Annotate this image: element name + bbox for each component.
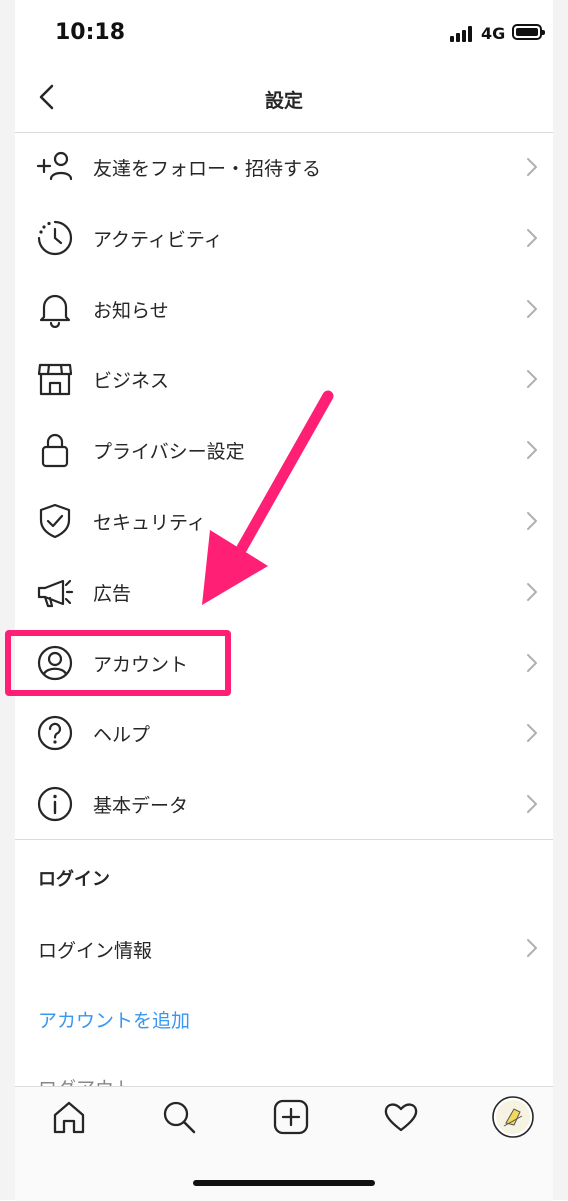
lock-icon: [41, 434, 69, 468]
tab-profile[interactable]: [492, 1096, 534, 1138]
info-circle-icon: [37, 787, 73, 822]
menu-item-security[interactable]: セキュリティ: [15, 485, 553, 556]
highlight-box: [5, 630, 231, 696]
shop-icon: [37, 364, 73, 396]
menu-item-follow-invite[interactable]: 友達をフォロー・招待する: [15, 131, 553, 202]
add-account-link[interactable]: アカウントを追加: [38, 1006, 190, 1033]
chevron-right-icon: [527, 582, 537, 601]
profile-avatar-icon: [492, 1096, 534, 1138]
menu-item-ads[interactable]: 広告: [15, 556, 553, 627]
status-bar: 10:18 4G: [0, 0, 568, 70]
bell-icon: [39, 294, 71, 328]
chevron-right-icon: [527, 370, 537, 389]
shield-check-icon: [39, 503, 71, 539]
menu-item-label: セキュリティ: [93, 511, 206, 534]
chevron-right-icon: [527, 939, 537, 957]
network-type: 4G: [481, 24, 506, 43]
logout-link-partial[interactable]: ログアウト: [38, 1074, 133, 1086]
chevron-right-icon: [527, 228, 537, 247]
help-circle-icon: [37, 716, 73, 751]
menu-item-notifications[interactable]: お知らせ: [15, 273, 553, 344]
signal-icon: [450, 26, 476, 42]
menu-item-help[interactable]: ヘルプ: [15, 697, 553, 768]
new-post-icon: [273, 1099, 309, 1135]
add-person-icon: [36, 151, 73, 181]
megaphone-icon: [37, 579, 74, 607]
right-edge: [553, 0, 568, 1200]
chevron-right-icon: [527, 724, 537, 743]
page-title: 設定: [264, 90, 303, 112]
nav-header: 設定: [15, 70, 553, 133]
menu-item-label: 広告: [93, 582, 132, 605]
menu-item-label: 友達をフォロー・招待する: [93, 158, 322, 180]
menu-item-label: プライバシー設定: [93, 441, 245, 464]
heart-icon: [384, 1103, 418, 1132]
tab-activity[interactable]: [383, 1099, 419, 1135]
section-divider: [15, 839, 553, 840]
menu-item-business[interactable]: ビジネス: [15, 343, 553, 414]
settings-menu: 友達をフォロー・招待する アクティビティ お知らせ ビジネス プライバシー設定 …: [15, 131, 553, 839]
activity-clock-icon: [37, 220, 73, 255]
menu-item-label: お知らせ: [93, 299, 169, 322]
chevron-right-icon: [527, 158, 537, 176]
tab-search[interactable]: [161, 1099, 197, 1135]
menu-item-label: アクティビティ: [93, 228, 223, 251]
menu-item-label: ヘルプ: [93, 724, 151, 747]
menu-item-activity[interactable]: アクティビティ: [15, 202, 553, 273]
status-time: 10:18: [55, 20, 126, 45]
left-edge: [0, 0, 15, 1200]
chevron-right-icon: [527, 795, 537, 814]
menu-item-about[interactable]: 基本データ: [15, 768, 553, 839]
battery-icon: [512, 24, 545, 40]
menu-item-label: 基本データ: [93, 795, 189, 818]
login-section-header: ログイン: [38, 869, 110, 890]
home-indicator: [193, 1180, 375, 1186]
tab-home[interactable]: [51, 1099, 87, 1135]
login-info-label: ログイン情報: [38, 940, 153, 962]
chevron-right-icon: [527, 441, 537, 460]
chevron-right-icon: [527, 299, 537, 318]
chevron-right-icon: [527, 511, 537, 530]
menu-item-privacy[interactable]: プライバシー設定: [15, 414, 553, 485]
search-icon: [163, 1101, 196, 1134]
login-info-item[interactable]: ログイン情報: [15, 912, 553, 982]
chevron-right-icon: [527, 653, 537, 672]
home-icon: [53, 1101, 85, 1134]
tab-new-post[interactable]: [273, 1099, 309, 1135]
menu-item-label: ビジネス: [93, 370, 170, 393]
